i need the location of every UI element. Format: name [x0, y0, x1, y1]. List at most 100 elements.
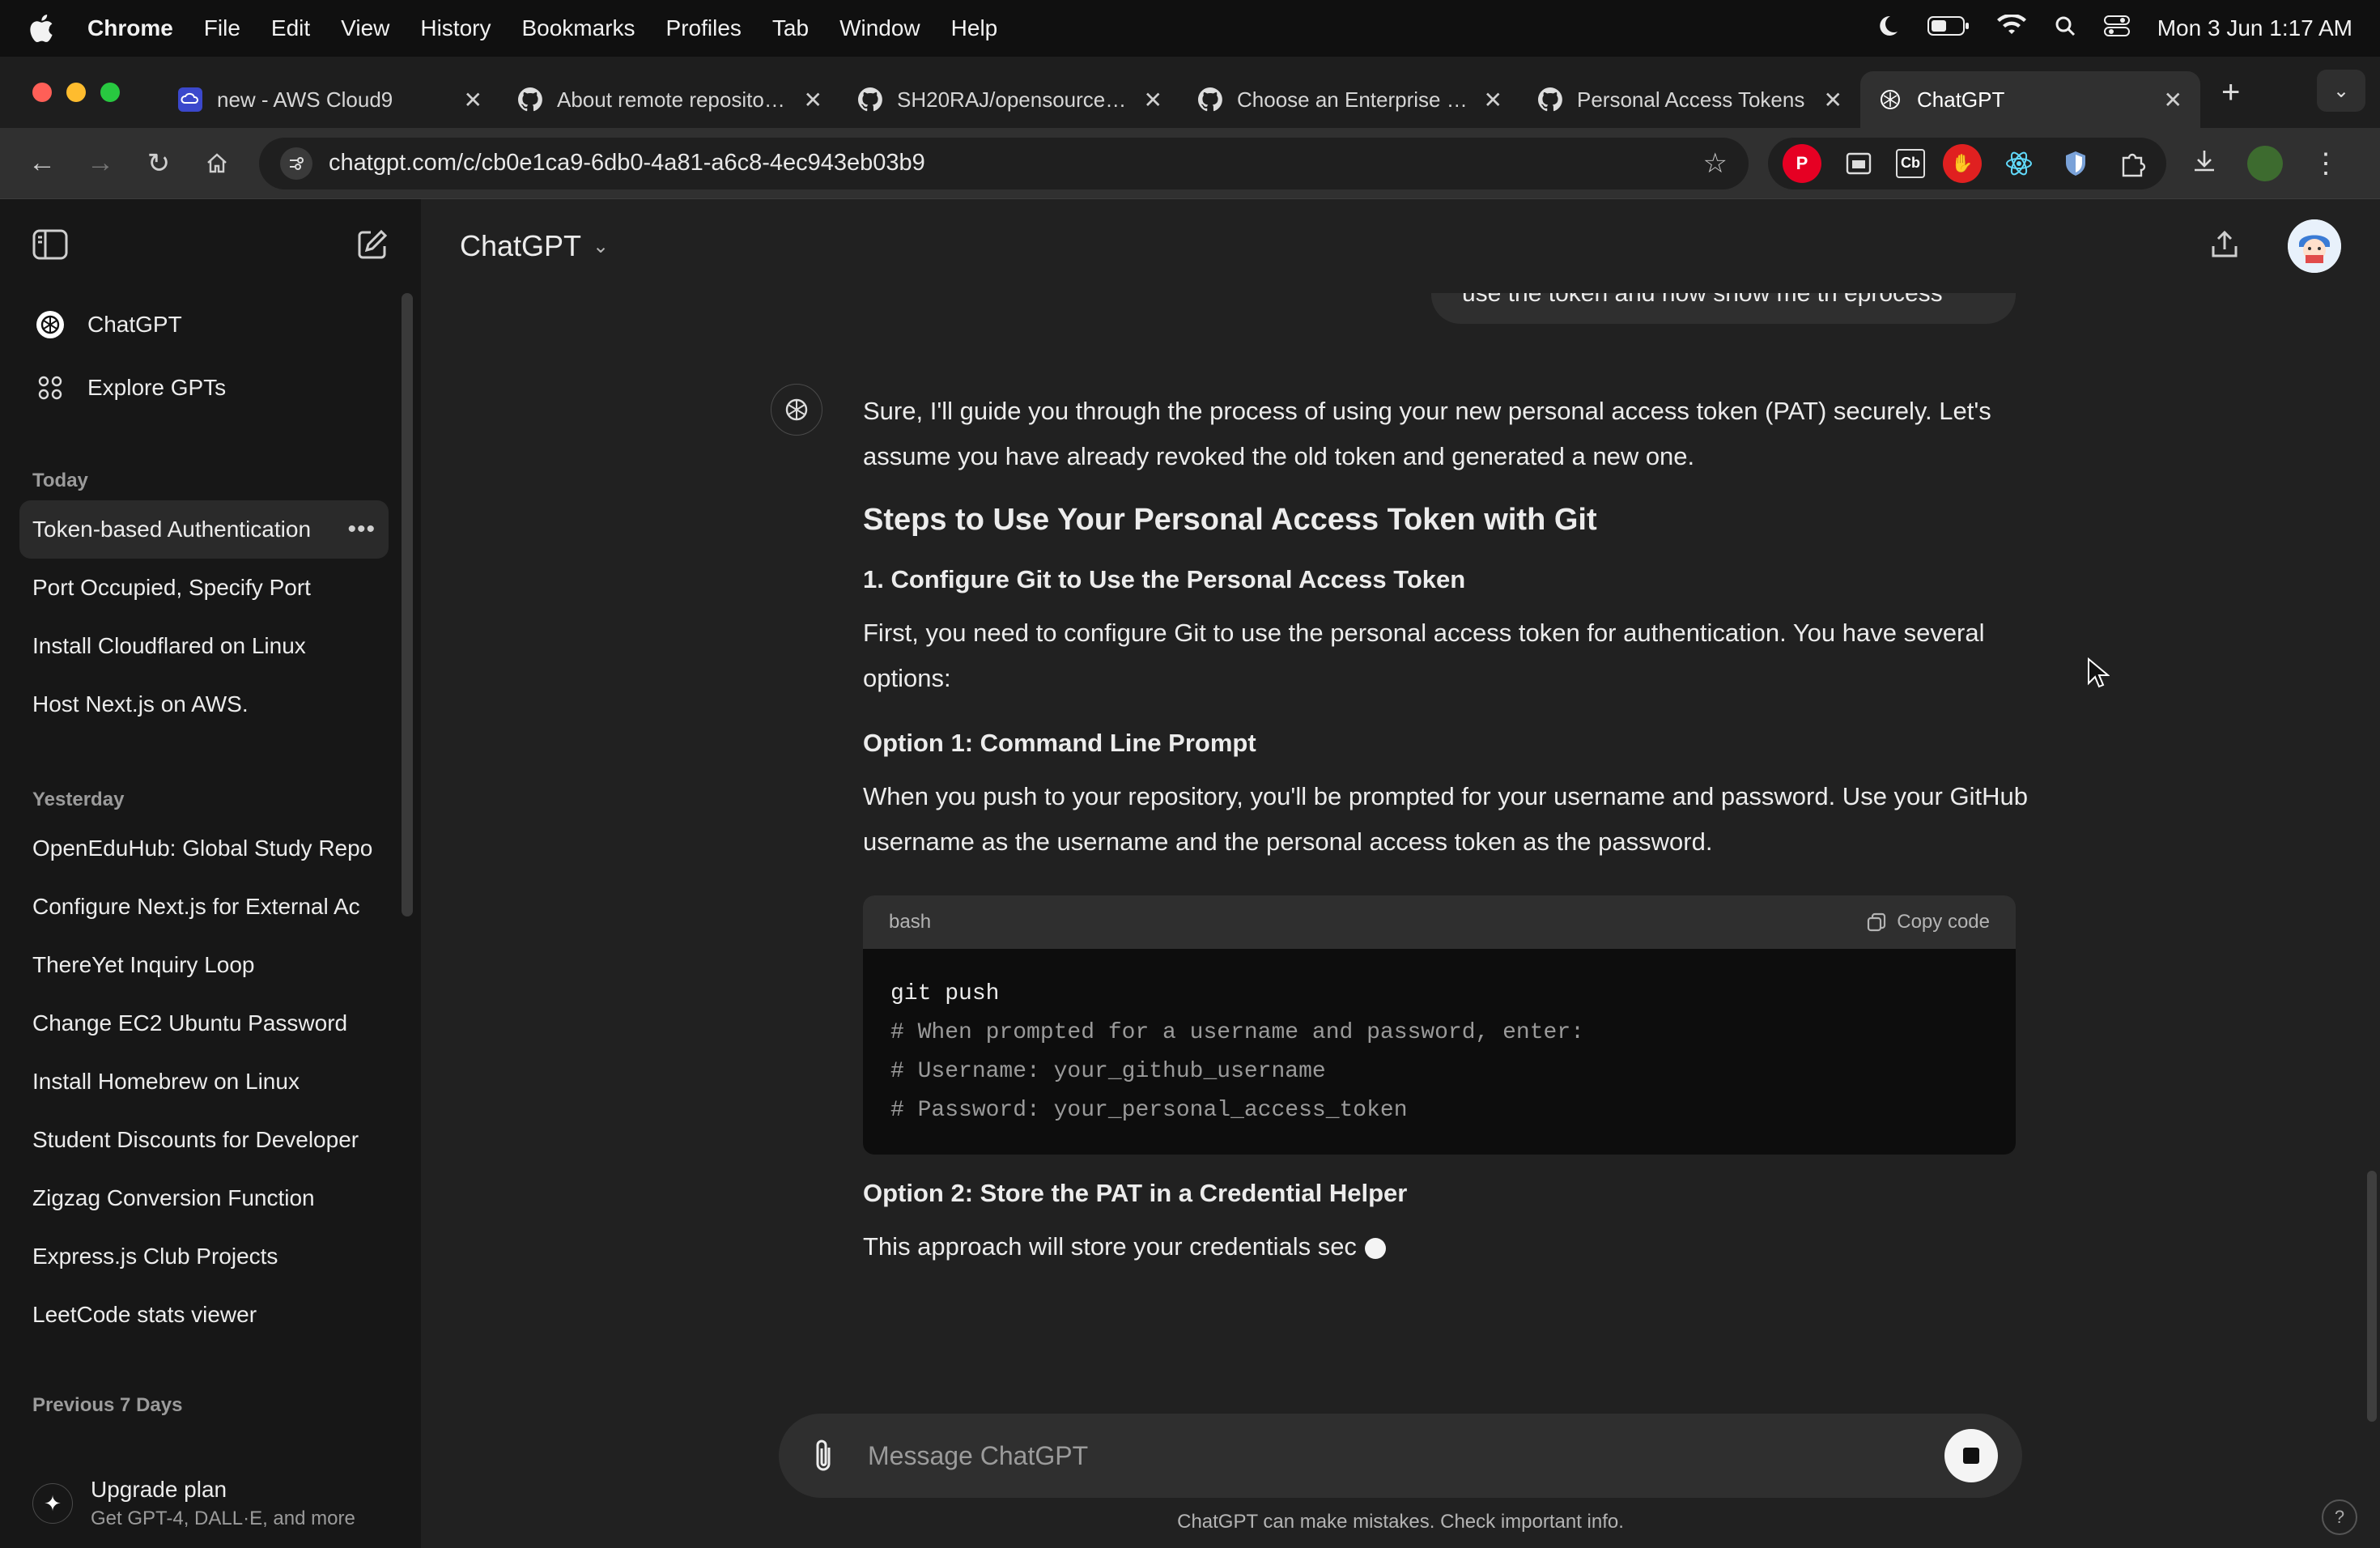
browser-tab-active[interactable]: ChatGPT ✕	[1860, 71, 2200, 128]
toolbar-right: ⋮	[2191, 145, 2340, 181]
sidebar-toggle-icon[interactable]	[32, 228, 68, 265]
tab-close-icon[interactable]: ✕	[1484, 87, 1502, 113]
model-selector[interactable]: ChatGPT ⌄	[460, 229, 609, 263]
message-input[interactable]	[868, 1440, 1944, 1471]
window-controls	[32, 83, 120, 102]
menu-app-name[interactable]: Chrome	[87, 15, 173, 41]
browser-tab[interactable]: Choose an Enterprise plan ✕	[1180, 71, 1520, 128]
history-item[interactable]: Student Discounts for Developer	[0, 1111, 389, 1169]
history-item-active[interactable]: Token-based Authentication •••	[19, 500, 389, 559]
react-icon[interactable]	[2000, 144, 2038, 183]
history-item[interactable]: ThereYet Inquiry Loop	[0, 936, 389, 994]
history-item[interactable]: LeetCode stats viewer	[0, 1286, 389, 1344]
menu-help[interactable]: Help	[951, 15, 998, 41]
browser-tab-strip: new - AWS Cloud9 ✕ About remote reposito…	[0, 57, 2380, 128]
menu-edit[interactable]: Edit	[271, 15, 310, 41]
tab-title: Personal Access Tokens	[1577, 87, 1805, 112]
browser-tab[interactable]: Personal Access Tokens ✕	[1520, 71, 1860, 128]
history-item[interactable]: Host Next.js on AWS.	[0, 675, 389, 734]
more-vertical-icon[interactable]: ⋮	[2312, 147, 2340, 180]
tab-close-icon[interactable]: ✕	[804, 87, 822, 113]
history-item[interactable]: OpenEduHub: Global Study Repo	[0, 819, 389, 878]
bookmark-star-icon[interactable]: ☆	[1703, 147, 1728, 180]
tab-close-icon[interactable]: ✕	[1144, 87, 1162, 113]
close-window-button[interactable]	[32, 83, 52, 102]
apple-menu-icon[interactable]	[28, 12, 55, 45]
new-tab-plus-icon[interactable]: +	[2221, 74, 2240, 111]
hand-icon[interactable]: ✋	[1943, 143, 1982, 183]
menubar-clock[interactable]: Mon 3 Jun 1:17 AM	[2157, 15, 2352, 41]
profile-avatar[interactable]	[2247, 145, 2283, 181]
history-item[interactable]: Install Homebrew on Linux	[0, 1053, 389, 1111]
user-avatar[interactable]	[2288, 219, 2341, 273]
code-content[interactable]: git push # When prompted for a username a…	[863, 949, 2016, 1155]
grid-icon	[34, 372, 66, 404]
help-button[interactable]: ?	[2322, 1499, 2357, 1535]
puzzle-icon[interactable]	[2113, 144, 2152, 183]
browser-tab[interactable]: new - AWS Cloud9 ✕	[160, 71, 500, 128]
history-item[interactable]: Zigzag Conversion Function	[0, 1169, 389, 1227]
sidebar-scrollbar[interactable]	[402, 293, 413, 916]
sidebar: ChatGPT Explore GPTs Today Token-based A…	[0, 199, 421, 1548]
sidebar-item-chatgpt[interactable]: ChatGPT	[0, 293, 421, 356]
chat-scrollbar[interactable]	[2367, 1171, 2377, 1422]
assistant-message: Sure, I'll guide you through the process…	[863, 389, 2032, 1287]
menu-history[interactable]: History	[420, 15, 491, 41]
history-section-title: Today	[32, 470, 88, 491]
menu-profiles[interactable]: Profiles	[666, 15, 742, 41]
reload-icon[interactable]: ↻	[138, 142, 180, 185]
tab-close-icon[interactable]: ✕	[2164, 87, 2182, 113]
upgrade-plan-button[interactable]: ✦ Upgrade plan Get GPT-4, DALL·E, and mo…	[0, 1459, 421, 1548]
url-text[interactable]: chatgpt.com/c/cb0e1ca9-6db0-4a81-a6c8-4e…	[329, 150, 1703, 176]
tab-title: ChatGPT	[1917, 87, 2005, 112]
streaming-text: This approach will store your credential…	[863, 1232, 1357, 1261]
menu-tab[interactable]: Tab	[772, 15, 809, 41]
cloud9-icon	[178, 87, 202, 112]
tab-title: About remote repositories	[557, 87, 791, 112]
more-options-icon[interactable]: •••	[347, 516, 376, 543]
browser-tab[interactable]: SH20RAJ/opensourcebasics ✕	[840, 71, 1180, 128]
history-item[interactable]: Change EC2 Ubuntu Password	[0, 994, 389, 1053]
history-item[interactable]: Configure Next.js for External Ac	[0, 878, 389, 936]
tab-close-icon[interactable]: ✕	[464, 87, 482, 113]
code-line: # Username: your_github_username	[890, 1059, 1326, 1084]
site-settings-icon[interactable]	[280, 147, 312, 180]
assistant-intro: Sure, I'll guide you through the process…	[863, 397, 1991, 470]
dark-mode-moon-icon[interactable]	[1876, 14, 1900, 44]
minimize-window-button[interactable]	[66, 83, 86, 102]
address-bar[interactable]: chatgpt.com/c/cb0e1ca9-6db0-4a81-a6c8-4e…	[259, 137, 1749, 189]
spotlight-search-icon[interactable]	[2054, 15, 2076, 43]
back-arrow-icon[interactable]: ←	[21, 142, 63, 185]
pinterest-icon[interactable]: P	[1783, 143, 1821, 183]
history-item[interactable]: Install Cloudflared on Linux	[0, 617, 389, 675]
browser-tab[interactable]: About remote repositories ✕	[500, 71, 840, 128]
menu-view[interactable]: View	[341, 15, 389, 41]
openai-icon	[1878, 87, 1902, 112]
assistant-subheading: 1. Configure Git to Use the Personal Acc…	[863, 565, 1466, 593]
shield-icon[interactable]	[2056, 144, 2095, 183]
zoom-window-button[interactable]	[100, 83, 120, 102]
menu-window[interactable]: Window	[839, 15, 920, 41]
history-item[interactable]: Port Occupied, Specify Port	[0, 559, 389, 617]
new-chat-icon[interactable]	[356, 228, 389, 265]
cb-icon[interactable]: Cb	[1896, 148, 1925, 178]
tab-search-chevron-icon[interactable]: ⌄	[2317, 70, 2365, 112]
attach-paperclip-icon[interactable]	[803, 1435, 844, 1476]
forward-arrow-icon[interactable]: →	[79, 142, 121, 185]
menu-bookmarks[interactable]: Bookmarks	[521, 15, 635, 41]
menu-file[interactable]: File	[204, 15, 240, 41]
tab-close-icon[interactable]: ✕	[1824, 87, 1842, 113]
openai-icon	[34, 308, 66, 341]
share-icon[interactable]	[2208, 228, 2241, 265]
control-center-icon[interactable]	[2103, 15, 2130, 43]
copy-code-button[interactable]: Copy code	[1866, 899, 1990, 945]
sidebar-item-explore-gpts[interactable]: Explore GPTs	[0, 356, 421, 419]
battery-icon[interactable]	[1927, 15, 1970, 42]
window-icon[interactable]	[1839, 144, 1878, 183]
download-icon[interactable]	[2191, 147, 2218, 179]
upgrade-subtitle: Get GPT-4, DALL·E, and more	[91, 1508, 355, 1529]
home-icon[interactable]	[196, 142, 238, 185]
stop-generating-button[interactable]	[1944, 1429, 1998, 1482]
history-item[interactable]: Express.js Club Projects	[0, 1227, 389, 1286]
wifi-icon[interactable]	[1996, 13, 2026, 43]
